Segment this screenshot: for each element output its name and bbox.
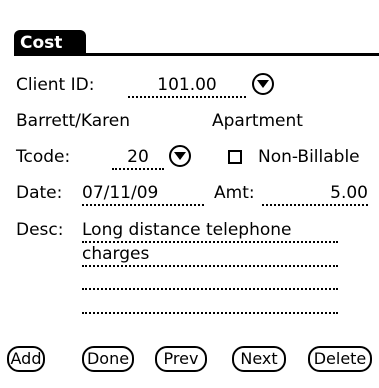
tcode-field[interactable]: 20 xyxy=(112,146,164,170)
chevron-down-icon xyxy=(257,80,269,88)
non-billable-label[interactable]: Non-Billable xyxy=(258,146,360,168)
desc-label: Desc: xyxy=(16,220,64,240)
tcode-dropdown-button[interactable] xyxy=(169,145,191,167)
add-button[interactable]: Add xyxy=(7,346,45,372)
amt-label: Amt: xyxy=(214,183,255,203)
client-type: Apartment xyxy=(212,111,303,131)
tcode-label: Tcode: xyxy=(16,147,71,167)
desc-line-4[interactable] xyxy=(82,290,338,314)
desc-line-1[interactable]: Long distance telephone xyxy=(82,219,338,243)
client-id-dropdown-button[interactable] xyxy=(252,73,274,95)
done-button[interactable]: Done xyxy=(82,346,134,372)
non-billable-checkbox[interactable] xyxy=(228,150,242,164)
title-divider xyxy=(14,53,379,56)
next-button[interactable]: Next xyxy=(232,346,286,372)
client-name: Barrett/Karen xyxy=(16,111,131,131)
desc-line-3[interactable] xyxy=(82,266,338,290)
date-label: Date: xyxy=(16,183,63,203)
client-id-label: Client ID: xyxy=(16,75,95,95)
amt-field[interactable]: 5.00 xyxy=(262,182,368,206)
client-id-field[interactable]: 101.00 xyxy=(128,74,246,98)
chevron-down-icon xyxy=(174,152,186,160)
delete-button[interactable]: Delete xyxy=(308,346,372,372)
desc-line-2[interactable]: charges xyxy=(82,243,338,267)
prev-button[interactable]: Prev xyxy=(155,346,207,372)
date-field[interactable]: 07/11/09 xyxy=(82,182,204,206)
